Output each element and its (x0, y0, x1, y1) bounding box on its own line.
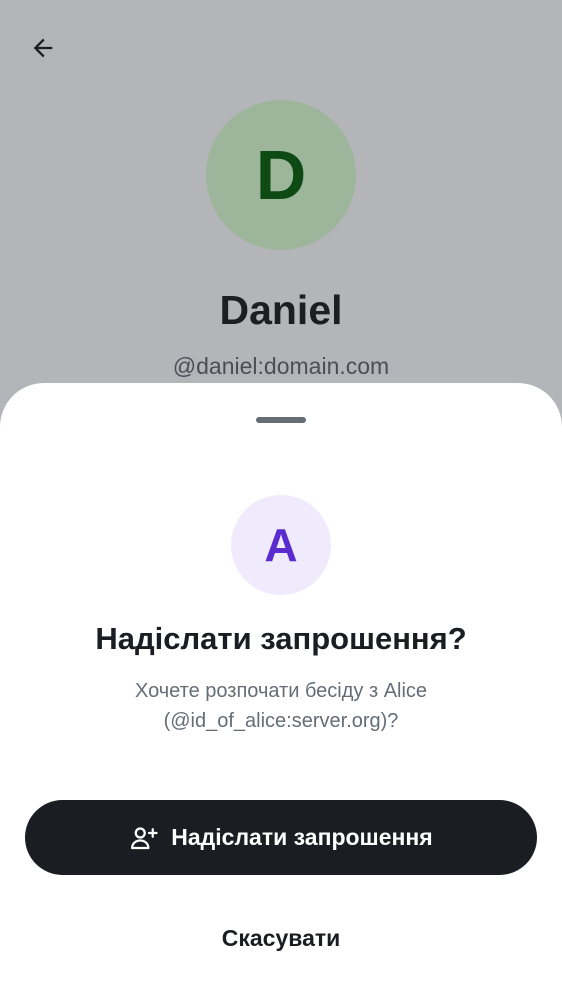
invitee-avatar-initial: A (264, 519, 298, 571)
invite-bottom-sheet: A Надіслати запрошення? Хочете розпочати… (0, 383, 562, 1000)
send-invite-button[interactable]: Надіслати запрошення (25, 800, 537, 875)
back-button[interactable] (19, 26, 67, 74)
sheet-title: Надіслати запрошення? (95, 621, 467, 656)
sheet-description: Хочете розпочати бесіду з Alice (@id_of_… (134, 680, 428, 732)
profile-name: Daniel (219, 287, 343, 333)
screen: D Daniel @daniel:domain.com A Надіслати … (0, 0, 562, 1000)
cancel-button[interactable]: Скасувати (150, 908, 412, 968)
cancel-button-label: Скасувати (221, 924, 341, 951)
invitee-avatar: A (231, 495, 331, 595)
sheet-drag-handle[interactable] (256, 417, 306, 423)
user-add-icon (129, 823, 159, 853)
arrow-left-icon (29, 34, 57, 67)
send-invite-button-label: Надіслати запрошення (171, 824, 433, 850)
profile-avatar: D (206, 100, 356, 250)
profile-handle: @daniel:domain.com (172, 353, 390, 379)
profile-avatar-initial: D (255, 136, 307, 214)
